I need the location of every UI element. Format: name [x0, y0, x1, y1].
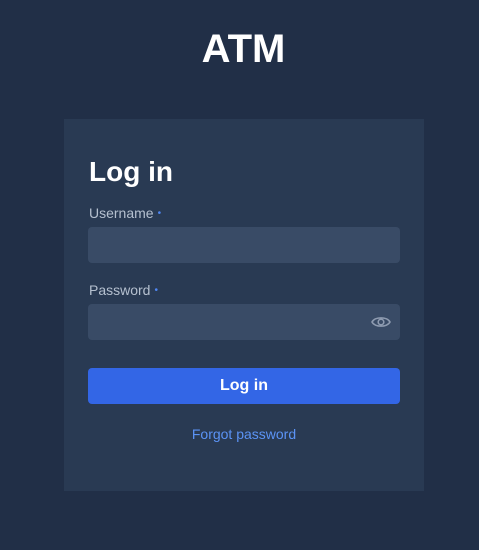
- password-input[interactable]: [88, 304, 400, 340]
- login-card: Log in Username • Password • Log in Forgot…: [64, 119, 424, 491]
- login-button[interactable]: Log in: [88, 368, 400, 404]
- username-input[interactable]: [88, 227, 400, 263]
- username-label-text: Username: [89, 205, 154, 221]
- login-page: ATM Log in Username • Password • Log in Fo…: [0, 0, 479, 550]
- password-label: Password •: [89, 282, 158, 299]
- password-label-text: Password: [89, 282, 151, 298]
- username-label: Username •: [89, 205, 161, 222]
- username-required-marker: •: [157, 208, 162, 219]
- login-heading: Log in: [89, 156, 173, 187]
- eye-icon[interactable]: [370, 312, 392, 332]
- password-required-marker: •: [154, 285, 158, 296]
- app-title: ATM: [201, 27, 286, 71]
- forgot-password-link[interactable]: Forgot password: [64, 426, 424, 442]
